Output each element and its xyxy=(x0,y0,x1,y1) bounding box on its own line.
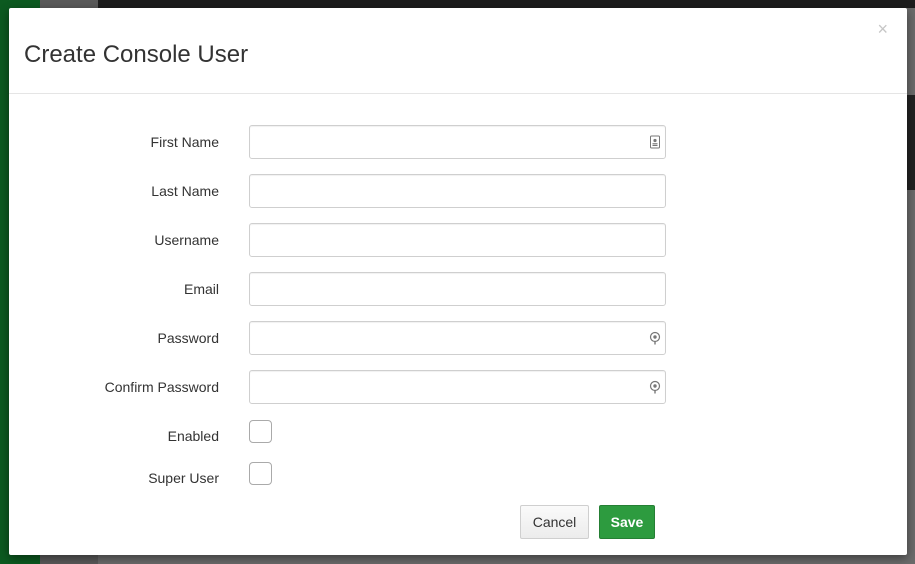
last-name-field[interactable] xyxy=(249,174,666,208)
super-user-row: Super User xyxy=(9,461,907,495)
last-name-input[interactable] xyxy=(258,176,652,208)
username-label: Username xyxy=(154,232,219,248)
first-name-label: First Name xyxy=(150,134,219,150)
password-input[interactable] xyxy=(258,323,652,355)
contact-card-icon[interactable] xyxy=(649,135,661,149)
modal-title: Create Console User xyxy=(24,41,249,68)
password-field[interactable] xyxy=(249,321,666,355)
super-user-checkbox[interactable] xyxy=(249,462,272,485)
email-row: Email xyxy=(9,272,907,306)
cancel-button[interactable]: Cancel xyxy=(520,505,589,539)
confirm-password-label: Confirm Password xyxy=(104,379,219,395)
last-name-label: Last Name xyxy=(151,183,219,199)
super-user-label: Super User xyxy=(148,470,219,486)
enabled-row: Enabled xyxy=(9,419,907,453)
last-name-row: Last Name xyxy=(9,174,907,208)
enabled-label: Enabled xyxy=(167,428,219,444)
modal-footer: Cancel Save xyxy=(9,505,907,541)
first-name-field[interactable] xyxy=(249,125,666,159)
password-key-icon[interactable] xyxy=(649,331,661,345)
email-field[interactable] xyxy=(249,272,666,306)
modal-header: Create Console User × xyxy=(9,8,907,94)
password-key-icon[interactable] xyxy=(649,380,661,394)
first-name-row: First Name xyxy=(9,125,907,159)
enabled-checkbox[interactable] xyxy=(249,420,272,443)
email-input[interactable] xyxy=(258,274,652,306)
create-console-user-dialog: Create Console User × First Name Last Na… xyxy=(9,8,907,555)
username-input[interactable] xyxy=(258,225,652,257)
confirm-password-row: Confirm Password xyxy=(9,370,907,404)
background-header xyxy=(98,0,915,8)
background-bar xyxy=(907,95,915,190)
email-label: Email xyxy=(183,281,219,297)
password-label: Password xyxy=(157,330,219,346)
password-row: Password xyxy=(9,321,907,355)
username-field[interactable] xyxy=(249,223,666,257)
close-button[interactable]: × xyxy=(877,20,888,38)
save-button[interactable]: Save xyxy=(599,505,655,539)
confirm-password-field[interactable] xyxy=(249,370,666,404)
username-row: Username xyxy=(9,223,907,257)
confirm-password-input[interactable] xyxy=(258,372,652,404)
first-name-input[interactable] xyxy=(258,127,652,159)
